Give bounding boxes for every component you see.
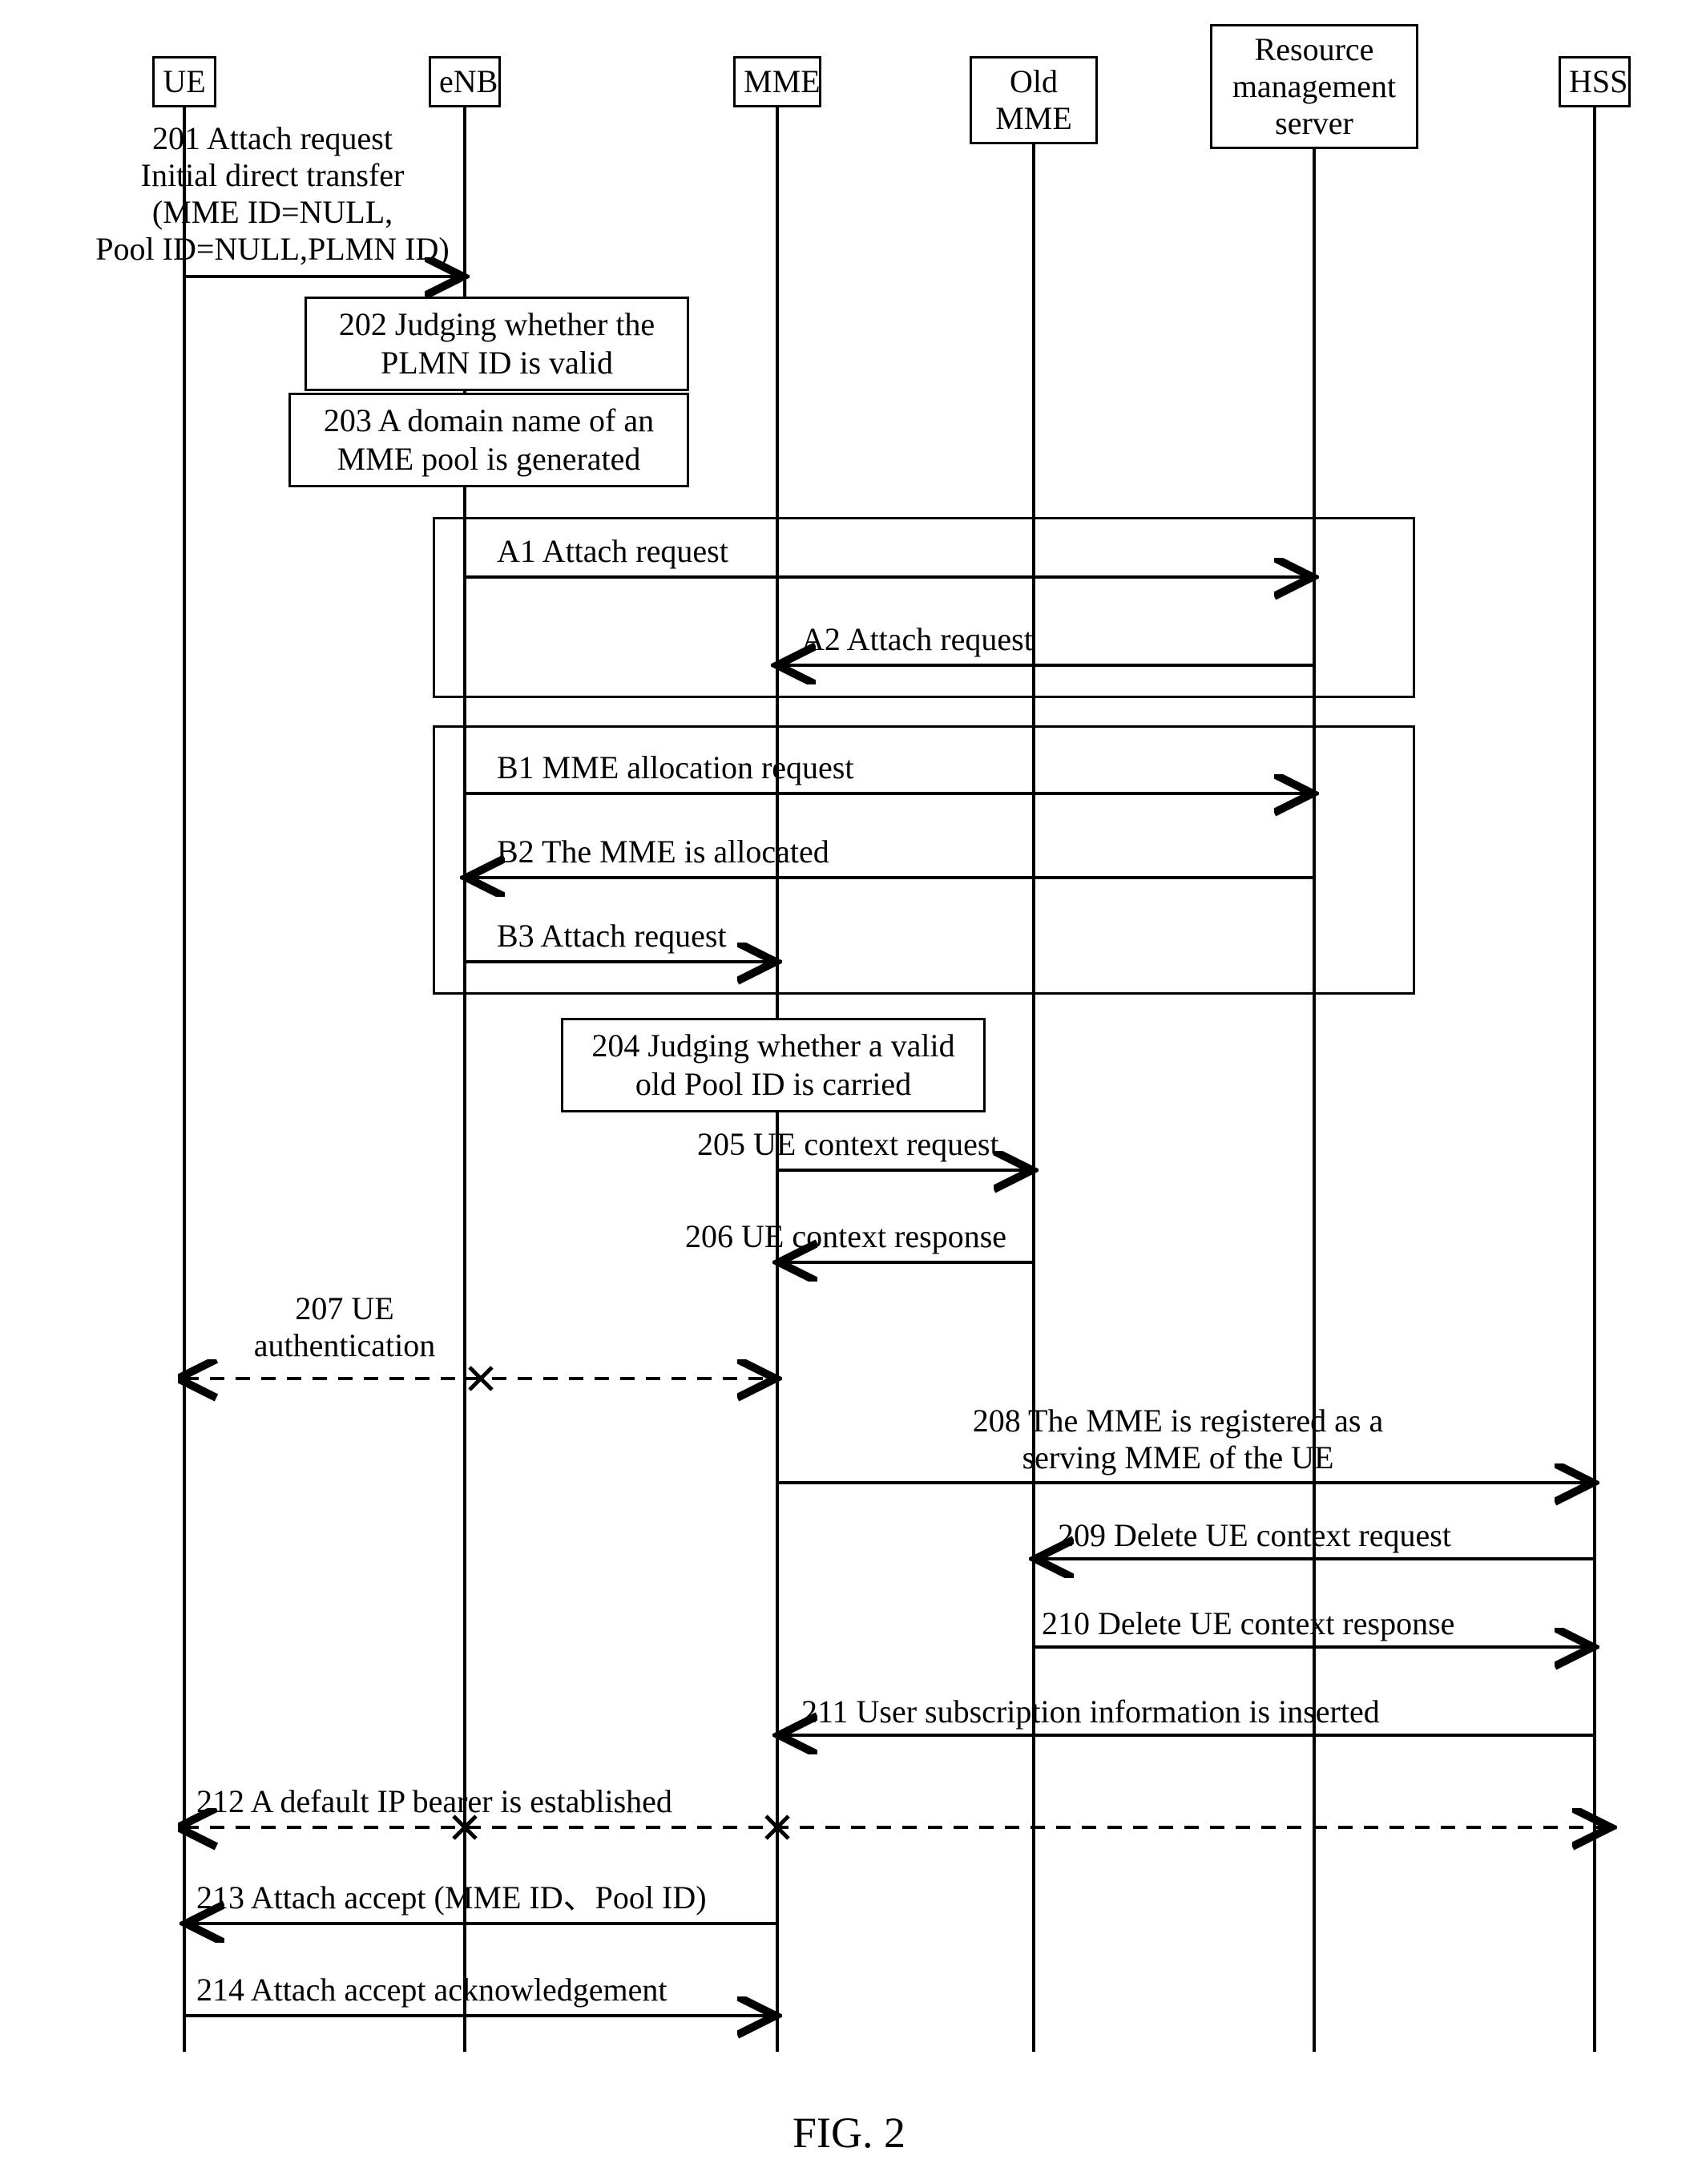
label-a2: A2 Attach request bbox=[801, 621, 1033, 658]
label-214-text: 214 Attach accept acknowledgement bbox=[196, 1972, 668, 2008]
label-210-text: 210 Delete UE context response bbox=[1042, 1605, 1454, 1641]
label-209-text: 209 Delete UE context request bbox=[1058, 1517, 1451, 1553]
label-b1-text: B1 MME allocation request bbox=[497, 749, 853, 785]
label-210: 210 Delete UE context response bbox=[1042, 1605, 1454, 1642]
label-b3: B3 Attach request bbox=[497, 918, 727, 955]
label-205: 205 UE context request bbox=[697, 1126, 999, 1163]
label-212: 212 A default IP bearer is established bbox=[196, 1783, 672, 1820]
label-205-text: 205 UE context request bbox=[697, 1126, 999, 1162]
label-208-text: 208 The MME is registered as a serving M… bbox=[973, 1403, 1383, 1476]
label-201-text: 201 Attach request Initial direct transf… bbox=[95, 120, 449, 267]
label-a2-text: A2 Attach request bbox=[801, 621, 1033, 657]
label-209: 209 Delete UE context request bbox=[1058, 1517, 1451, 1554]
label-212-text: 212 A default IP bearer is established bbox=[196, 1783, 672, 1819]
label-206-text: 206 UE context response bbox=[685, 1218, 1006, 1254]
label-b1: B1 MME allocation request bbox=[497, 749, 853, 786]
figure-caption: FIG. 2 bbox=[0, 2108, 1698, 2158]
label-213-text: 213 Attach accept (MME ID、Pool ID) bbox=[196, 1879, 707, 1916]
label-208: 208 The MME is registered as a serving M… bbox=[817, 1403, 1539, 1476]
label-211-text: 211 User subscription information is ins… bbox=[801, 1694, 1380, 1730]
label-201: 201 Attach request Initial direct transf… bbox=[92, 120, 453, 268]
label-206: 206 UE context response bbox=[685, 1218, 1006, 1255]
label-b2-text: B2 The MME is allocated bbox=[497, 834, 829, 870]
label-a1-text: A1 Attach request bbox=[497, 533, 728, 569]
label-a1: A1 Attach request bbox=[497, 533, 728, 570]
label-214: 214 Attach accept acknowledgement bbox=[196, 1972, 668, 2008]
label-b2: B2 The MME is allocated bbox=[497, 834, 829, 870]
label-b3-text: B3 Attach request bbox=[497, 918, 727, 954]
label-211: 211 User subscription information is ins… bbox=[801, 1694, 1380, 1730]
arrows-layer bbox=[0, 0, 1698, 2184]
label-207: 207 UE authentication bbox=[224, 1290, 465, 1364]
label-207-text: 207 UE authentication bbox=[254, 1290, 436, 1363]
label-213: 213 Attach accept (MME ID、Pool ID) bbox=[196, 1879, 707, 1916]
figure-caption-text: FIG. 2 bbox=[793, 2109, 905, 2157]
